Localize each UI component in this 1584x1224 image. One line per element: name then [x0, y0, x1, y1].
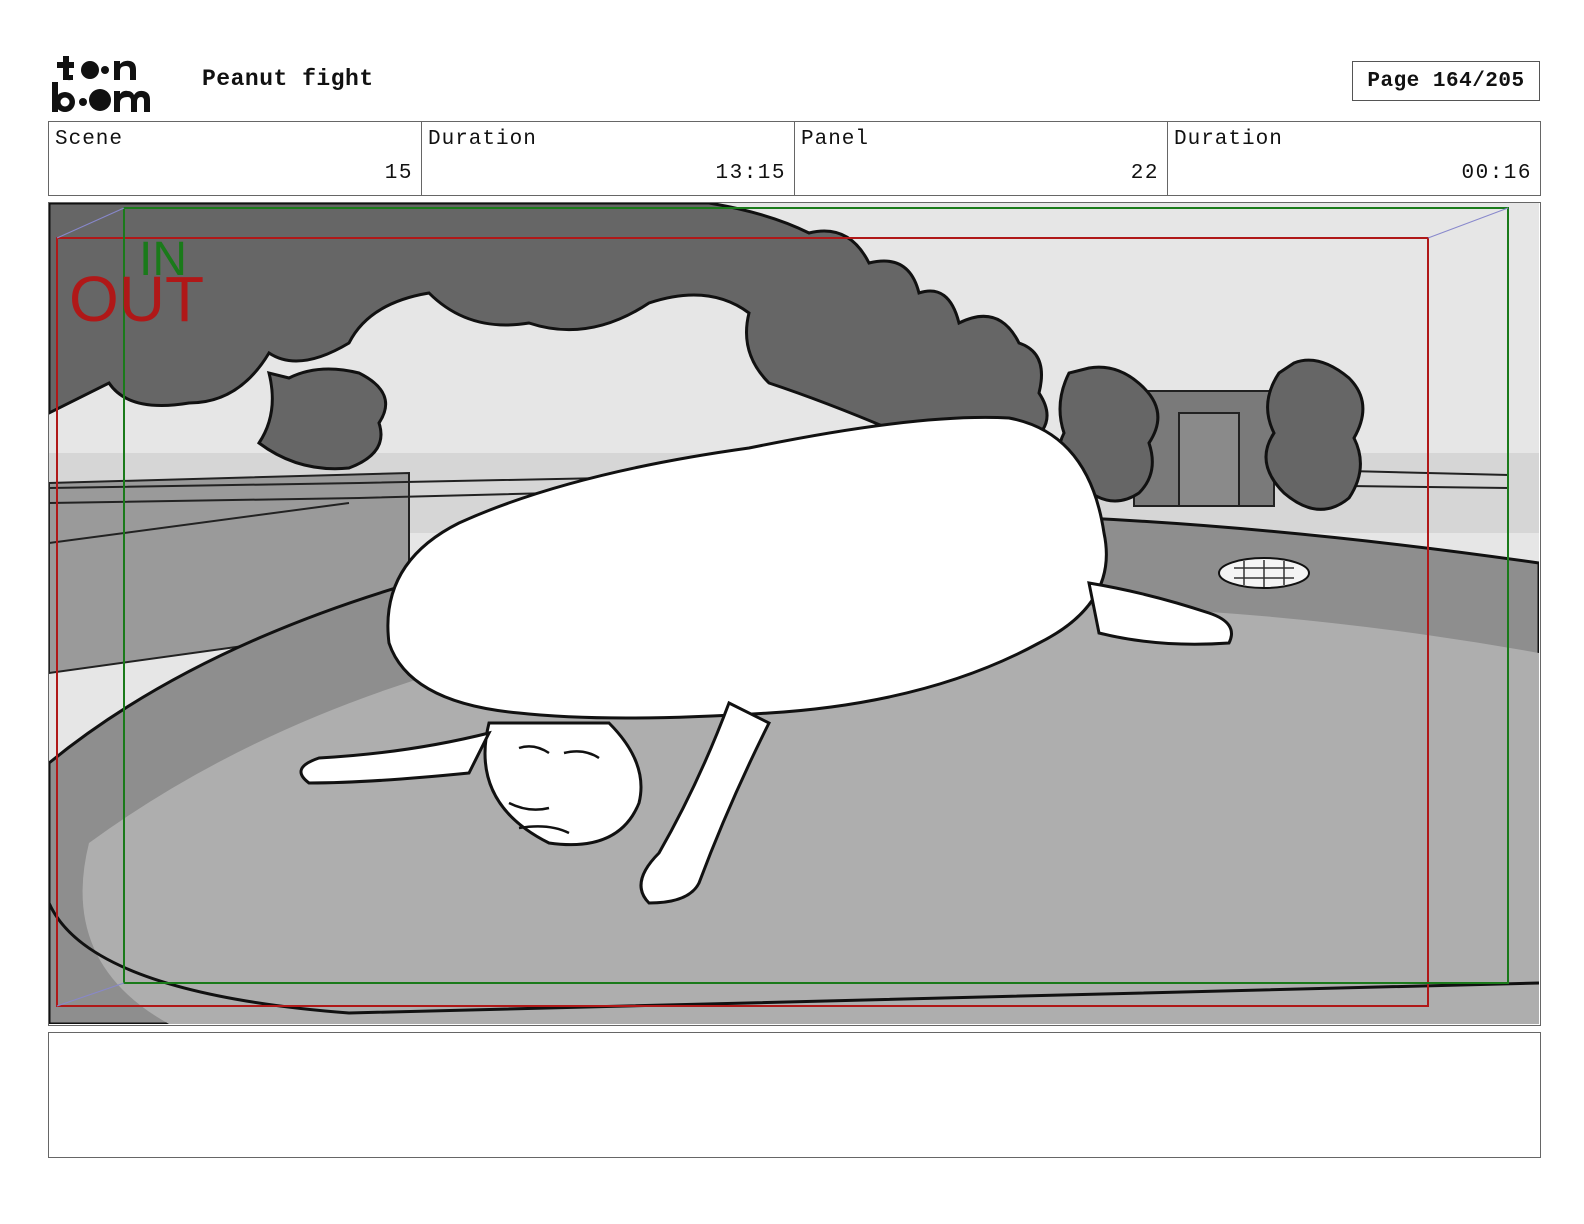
panel-duration-cell: Duration 00:16	[1168, 122, 1540, 195]
page-counter: Page 164/205	[1352, 61, 1540, 101]
panel-value: 22	[1130, 162, 1159, 185]
out-label: OUT	[69, 263, 204, 335]
scene-info-table: Scene 15 Duration 13:15 Panel 22 Duratio…	[48, 121, 1541, 196]
panel-drawing: IN OUT	[49, 203, 1539, 1024]
building-door	[1178, 412, 1240, 507]
panel-duration-label: Duration	[1174, 128, 1283, 151]
storyboard-panel: IN OUT	[48, 202, 1541, 1026]
scene-duration-value: 13:15	[715, 162, 786, 185]
panel-cell: Panel 22	[795, 122, 1168, 195]
scene-duration-label: Duration	[428, 128, 537, 151]
document-title: Peanut fight	[202, 66, 374, 92]
scene-label: Scene	[55, 128, 124, 151]
panel-duration-value: 00:16	[1461, 162, 1532, 185]
scene-value: 15	[384, 162, 413, 185]
panel-label: Panel	[801, 128, 870, 151]
toon-boom-logo	[52, 56, 150, 112]
scene-cell: Scene 15	[49, 122, 422, 195]
scene-duration-cell: Duration 13:15	[422, 122, 795, 195]
panel-notes	[48, 1032, 1541, 1158]
